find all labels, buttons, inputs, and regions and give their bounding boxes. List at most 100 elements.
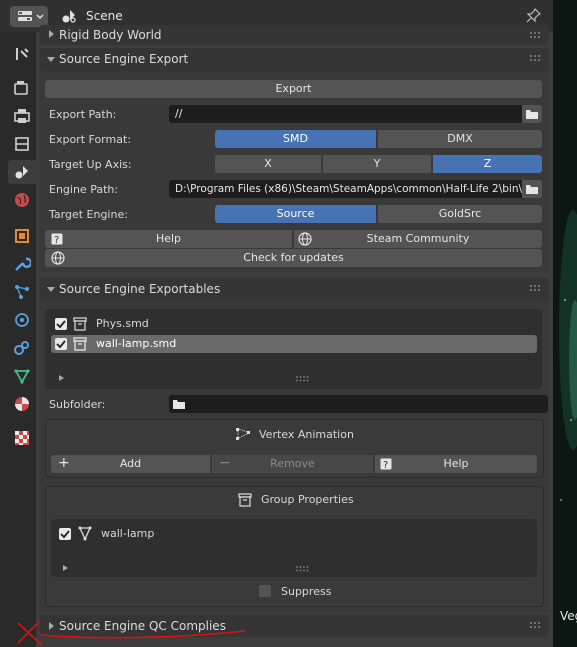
list-item-label: wall-lamp xyxy=(101,527,155,540)
archive-icon xyxy=(238,493,252,507)
panel-rigid-body-world[interactable]: Rigid Body World xyxy=(40,25,549,45)
panel-source-engine-exportables[interactable]: Source Engine Exportables xyxy=(40,278,549,301)
tab-constraints[interactable] xyxy=(10,336,34,360)
tab-modifiers[interactable] xyxy=(10,252,34,276)
red-annotation-marks xyxy=(17,620,246,646)
group-properties-title: Group Properties xyxy=(261,493,354,506)
engine-path-browse-button[interactable] xyxy=(522,180,542,198)
help-icon: ? xyxy=(51,233,63,245)
panel-title: Rigid Body World xyxy=(59,28,162,42)
vertex-animation-help-button[interactable]: ? Help xyxy=(375,455,537,473)
archive-icon xyxy=(73,337,87,351)
tab-data[interactable] xyxy=(10,364,34,388)
tab-scene[interactable] xyxy=(8,160,36,184)
panel-title: Source Engine Export xyxy=(59,52,189,66)
axis-x-option[interactable]: X xyxy=(215,155,321,173)
tab-material[interactable] xyxy=(10,392,34,416)
drag-grip-icon[interactable] xyxy=(530,55,542,63)
list-options-arrow-icon[interactable] xyxy=(57,374,65,382)
format-dmx-option[interactable]: DMX xyxy=(378,130,542,148)
tab-render[interactable] xyxy=(10,76,34,100)
export-path-label: Export Path: xyxy=(49,108,117,121)
export-format-label: Export Format: xyxy=(49,133,131,146)
steam-community-label: Steam Community xyxy=(366,232,470,245)
checkmark-icon xyxy=(56,340,66,349)
tab-output[interactable] xyxy=(10,104,34,128)
engine-source-option[interactable]: Source xyxy=(215,205,376,223)
tab-view-layer[interactable] xyxy=(10,132,34,156)
3d-viewport-edge[interactable] xyxy=(553,0,577,647)
check-updates-label: Check for updates xyxy=(243,251,344,264)
folder-icon xyxy=(526,110,538,119)
material-icon xyxy=(15,397,29,411)
add-label: Add xyxy=(119,457,142,470)
physics-icon xyxy=(15,313,29,327)
remove-label: Remove xyxy=(270,457,315,470)
engine-path-field[interactable]: D:\Program Files (x86)\Steam\SteamApps\c… xyxy=(169,180,528,198)
tab-physics[interactable] xyxy=(10,308,34,332)
checkmark-icon xyxy=(56,320,66,329)
checkmark-icon xyxy=(60,530,70,539)
list-item-label: Phys.smd xyxy=(96,317,149,330)
steam-community-button[interactable]: Steam Community xyxy=(294,230,542,248)
scene-icon xyxy=(62,10,76,23)
panel-source-engine-export[interactable]: Source Engine Export xyxy=(40,48,549,71)
suppress-checkbox[interactable] xyxy=(259,585,271,597)
suppress-label: Suppress xyxy=(281,585,332,598)
remove-vertex-animation-button[interactable]: − Remove xyxy=(212,455,373,473)
drag-grip-icon[interactable] xyxy=(530,32,542,40)
target-up-axis-label: Target Up Axis: xyxy=(49,158,132,171)
help-button[interactable]: ? Help xyxy=(45,230,292,248)
resize-grip-icon[interactable] xyxy=(296,376,310,382)
list-item[interactable]: wall-lamp xyxy=(55,525,533,543)
tab-texture[interactable] xyxy=(10,426,34,450)
export-button[interactable]: Export xyxy=(45,80,542,98)
drag-grip-icon[interactable] xyxy=(530,622,542,630)
svg-text:?: ? xyxy=(54,235,59,245)
help-button-label: Help xyxy=(155,232,182,245)
tool-icon xyxy=(16,48,29,60)
output-icon xyxy=(14,109,30,123)
pin-icon[interactable] xyxy=(526,8,541,23)
check-updates-button[interactable]: Check for updates xyxy=(45,249,542,267)
engine-goldsrc-option[interactable]: GoldSrc xyxy=(378,205,542,223)
axis-z-option[interactable]: Z xyxy=(433,155,542,173)
scene-tab-icon xyxy=(15,166,28,179)
add-vertex-animation-button[interactable]: + Add xyxy=(51,455,210,473)
list-item[interactable]: Phys.smd xyxy=(51,315,537,333)
item-checkbox[interactable] xyxy=(55,338,67,350)
editor-type-icon xyxy=(18,11,44,21)
mesh-data-icon xyxy=(14,369,30,384)
resize-grip-icon[interactable] xyxy=(296,566,310,572)
engine-path-label: Engine Path: xyxy=(49,183,119,196)
list-item-selected[interactable]: wall-lamp.smd xyxy=(51,335,537,353)
folder-icon xyxy=(526,185,538,194)
subfolder-label: Subfolder: xyxy=(49,398,106,411)
tab-object[interactable] xyxy=(10,224,34,248)
object-icon xyxy=(15,229,29,243)
export-path-browse-button[interactable] xyxy=(522,105,542,123)
svg-text:?: ? xyxy=(383,460,388,470)
list-options-arrow-icon[interactable] xyxy=(61,564,69,572)
format-smd-option[interactable]: SMD xyxy=(215,130,376,148)
help-label: Help xyxy=(443,457,469,470)
collapse-arrow-icon xyxy=(47,287,55,292)
drag-grip-icon[interactable] xyxy=(530,285,542,293)
editor-type-dropdown[interactable] xyxy=(10,6,48,27)
target-engine-label: Target Engine: xyxy=(49,208,128,221)
item-checkbox[interactable] xyxy=(59,528,71,540)
particles-icon xyxy=(15,285,29,299)
subfolder-field[interactable] xyxy=(169,395,548,413)
collapse-arrow-icon xyxy=(47,57,55,62)
properties-tab-bar xyxy=(0,32,36,647)
tab-world[interactable] xyxy=(10,188,34,212)
export-path-field[interactable]: // xyxy=(169,105,528,123)
texture-icon xyxy=(15,431,29,445)
vertex-animation-icon xyxy=(236,428,250,440)
tab-particles[interactable] xyxy=(10,280,34,304)
item-checkbox[interactable] xyxy=(55,318,67,330)
axis-y-option[interactable]: Y xyxy=(323,155,431,173)
list-item-label: wall-lamp.smd xyxy=(96,337,177,350)
tab-tool[interactable] xyxy=(10,42,34,66)
archive-icon xyxy=(73,317,87,331)
